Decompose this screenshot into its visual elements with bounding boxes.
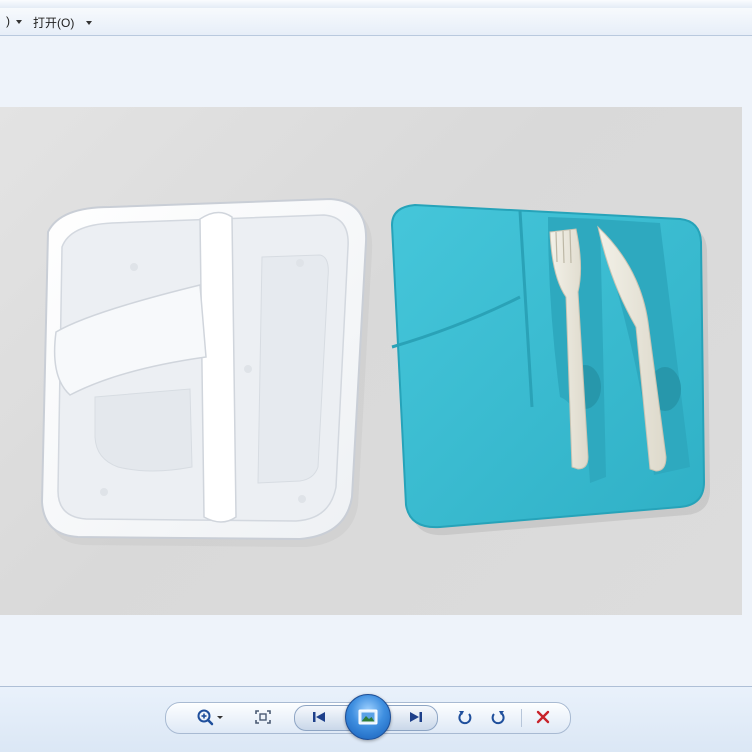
rotate-counterclockwise-icon (458, 711, 472, 725)
zoom-icon (197, 709, 223, 726)
rotate-clockwise-button[interactable] (487, 707, 509, 727)
actual-size-button[interactable] (252, 707, 274, 727)
chevron-down-icon (16, 19, 22, 24)
chevron-down-icon (86, 21, 93, 25)
previous-icon (313, 712, 325, 722)
delete-icon (536, 710, 550, 724)
previous-button[interactable] (306, 707, 332, 727)
delete-button[interactable] (532, 707, 554, 727)
next-button[interactable] (403, 707, 429, 727)
actual-size-icon (255, 710, 271, 724)
menu-item-open[interactable]: 打开(O) (33, 14, 93, 31)
menu-item-label: 打开(O) (33, 16, 75, 30)
menu-bar: ) 打开(O) (0, 8, 752, 36)
next-icon (410, 712, 422, 722)
rotate-counterclockwise-button[interactable] (454, 707, 476, 727)
photo (0, 107, 742, 615)
clear-tray (40, 197, 368, 541)
rotate-clockwise-icon (491, 711, 505, 725)
blue-lid (390, 203, 706, 529)
toolbar-separator (521, 709, 522, 727)
menu-item-file[interactable]: ) (0, 14, 22, 28)
zoom-button[interactable] (193, 707, 227, 727)
slideshow-button[interactable] (345, 694, 391, 740)
slideshow-icon (358, 709, 378, 725)
